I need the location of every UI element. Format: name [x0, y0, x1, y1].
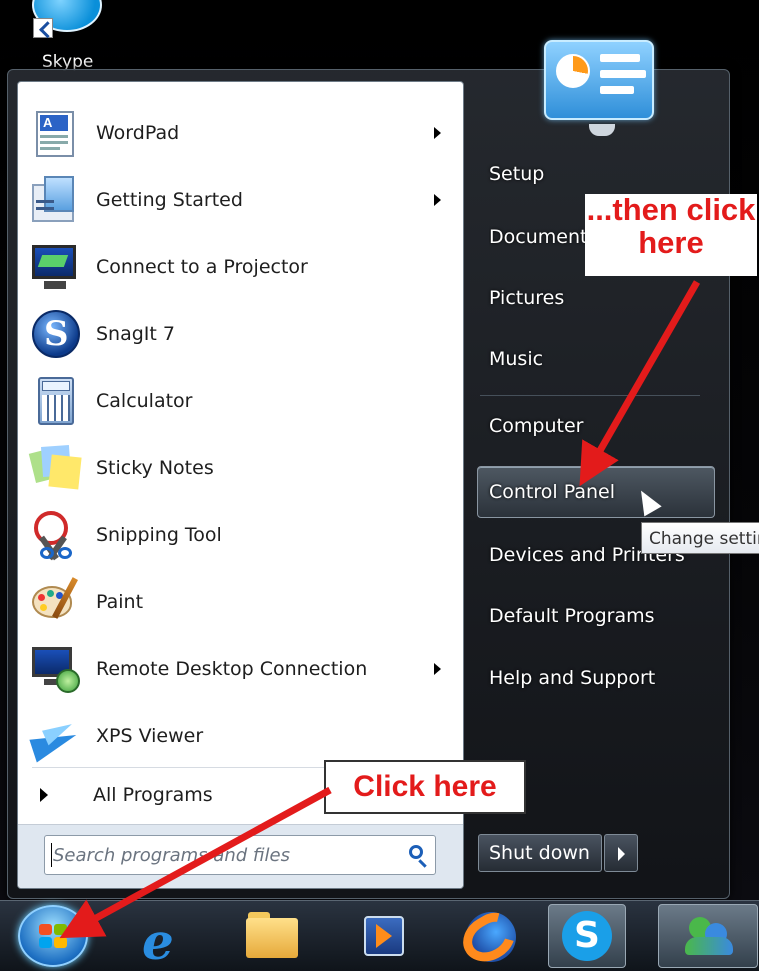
- program-label: Remote Desktop Connection: [96, 658, 368, 680]
- tile-bar: [600, 54, 640, 62]
- tooltip-text: Change settings: [649, 529, 759, 549]
- all-programs-label: All Programs: [93, 784, 213, 806]
- program-label: SnagIt 7: [96, 323, 175, 345]
- submenu-arrow-icon[interactable]: [434, 663, 441, 675]
- paint-palette-icon: [30, 576, 82, 628]
- internet-explorer-icon[interactable]: e: [130, 908, 194, 971]
- annotation-click-here: Click here: [324, 760, 526, 814]
- right-item-documents[interactable]: Documents: [489, 226, 585, 248]
- program-item-remote-desktop[interactable]: Remote Desktop Connection: [18, 636, 463, 702]
- scissors-icon: [30, 509, 82, 561]
- program-item-sticky-notes[interactable]: Sticky Notes: [18, 435, 463, 501]
- shutdown-options-button[interactable]: [604, 834, 638, 872]
- user-picture-tile[interactable]: [544, 40, 654, 136]
- tile-bar: [600, 70, 646, 78]
- program-label: XPS Viewer: [96, 725, 204, 747]
- program-item-wordpad[interactable]: A WordPad: [18, 100, 463, 166]
- search-icon[interactable]: [409, 845, 423, 859]
- right-item-help-support[interactable]: Help and Support: [489, 667, 655, 689]
- program-label: Snipping Tool: [96, 524, 222, 546]
- getting-started-icon: [30, 174, 82, 226]
- text-caret: [51, 843, 52, 867]
- media-player-icon[interactable]: [350, 908, 414, 964]
- program-label: Getting Started: [96, 189, 243, 211]
- wordpad-icon: A: [30, 107, 82, 159]
- search-input[interactable]: Search programs and files: [44, 835, 436, 875]
- program-item-calculator[interactable]: Calculator: [18, 368, 463, 434]
- calculator-icon: [30, 375, 82, 427]
- sticky-notes-icon: [28, 442, 82, 494]
- submenu-arrow-icon[interactable]: [434, 194, 441, 206]
- tile-bar: [600, 86, 634, 94]
- control-panel-pie-icon: [556, 54, 590, 88]
- divider: [480, 395, 700, 396]
- program-label: WordPad: [96, 122, 180, 144]
- program-label: Calculator: [96, 390, 193, 412]
- expand-arrow-icon: [40, 788, 48, 802]
- program-item-connect-projector[interactable]: Connect to a Projector: [18, 234, 463, 300]
- right-item-computer[interactable]: Computer: [489, 415, 583, 437]
- desktop-shortcut-skype[interactable]: Skype: [28, 0, 108, 78]
- shortcut-arrow-icon: [33, 18, 53, 38]
- xps-viewer-icon: [29, 710, 82, 763]
- program-item-paint[interactable]: Paint: [18, 569, 463, 635]
- search-placeholder: Search programs and files: [53, 845, 290, 866]
- snagit-icon: S: [30, 308, 82, 360]
- right-item-setup[interactable]: Setup: [489, 163, 544, 185]
- annotation-then-click-here: ...then click here: [585, 193, 757, 276]
- program-label: Paint: [96, 591, 144, 613]
- remote-desktop-icon: [30, 643, 82, 695]
- skype-icon: S: [562, 911, 612, 961]
- right-item-music[interactable]: Music: [489, 348, 543, 370]
- program-item-getting-started[interactable]: Getting Started: [18, 167, 463, 233]
- skype-taskbar-button[interactable]: S: [548, 904, 626, 968]
- program-label: Connect to a Projector: [96, 256, 308, 278]
- firefox-icon[interactable]: [454, 905, 524, 971]
- program-item-snagit[interactable]: S SnagIt 7: [18, 301, 463, 367]
- shutdown-button[interactable]: Shut down: [478, 834, 602, 872]
- submenu-arrow-icon[interactable]: [434, 127, 441, 139]
- shutdown-label: Shut down: [489, 842, 590, 864]
- messenger-taskbar-button[interactable]: [658, 904, 758, 968]
- program-label: Sticky Notes: [96, 457, 214, 479]
- right-item-control-panel[interactable]: Control Panel: [489, 481, 615, 503]
- right-item-pictures[interactable]: Pictures: [489, 287, 564, 309]
- projector-icon: [30, 241, 82, 293]
- start-button[interactable]: [18, 905, 88, 967]
- right-item-default-programs[interactable]: Default Programs: [489, 605, 655, 627]
- folder-icon[interactable]: [240, 908, 304, 964]
- program-item-snipping-tool[interactable]: Snipping Tool: [18, 502, 463, 568]
- tooltip: Change settings: [641, 522, 759, 554]
- windows-flag-icon: [39, 924, 69, 950]
- search-area: Search programs and files: [18, 824, 463, 888]
